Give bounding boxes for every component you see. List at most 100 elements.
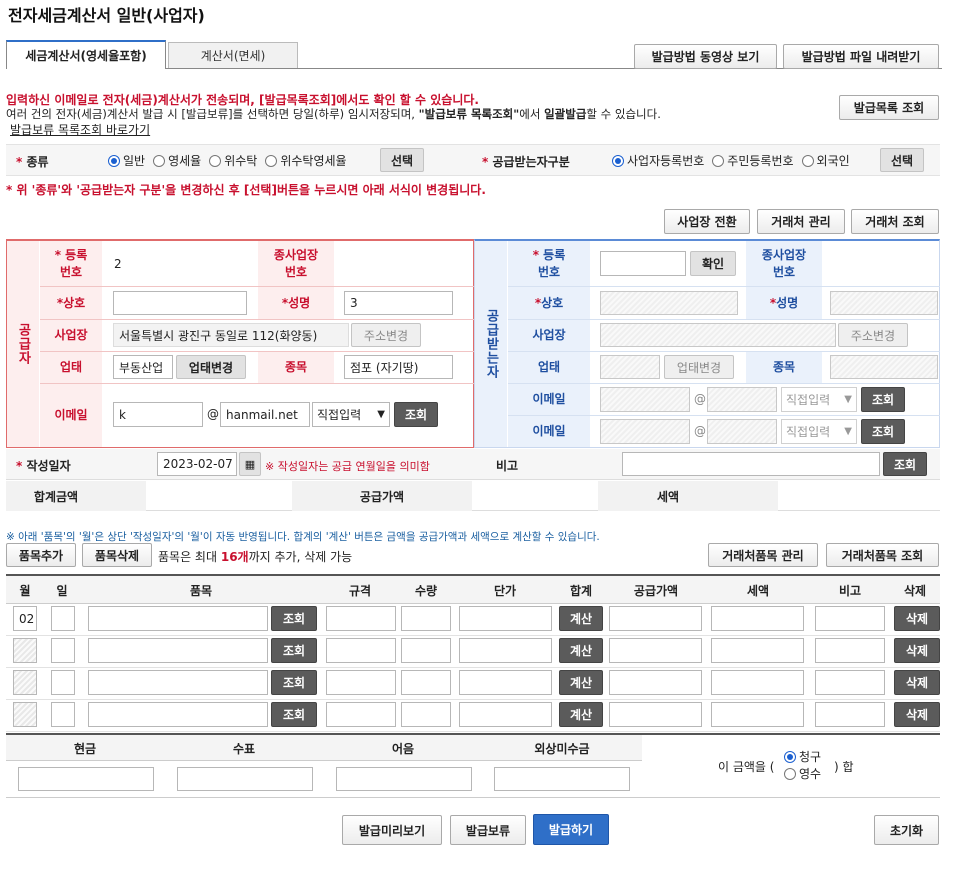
item-note-input[interactable]: [815, 606, 885, 631]
supplier-biz-type-change-button[interactable]: 업태변경: [176, 355, 246, 379]
item-calc-button[interactable]: 계산: [559, 638, 603, 663]
item-unit-price-input[interactable]: [459, 702, 552, 727]
hold-list-link[interactable]: 발급보류 목록조회 바로가기: [10, 121, 150, 138]
kind-option-general[interactable]: 일반: [108, 152, 145, 169]
partner-item-manage-button[interactable]: 거래처품목 관리: [708, 543, 818, 567]
item-month-input[interactable]: [13, 702, 37, 727]
supplier-email-domain-input[interactable]: hanmail.net: [220, 402, 310, 427]
item-delete-button[interactable]: 삭제: [894, 606, 940, 631]
supplier-addr-input[interactable]: 서울특별시 광진구 동일로 112(화양동): [113, 323, 349, 347]
kind-option-consignment[interactable]: 위수탁: [209, 152, 257, 169]
download-guide-button[interactable]: 발급방법 파일 내려받기: [783, 44, 939, 69]
item-query-button[interactable]: 조회: [271, 702, 317, 727]
item-spec-input[interactable]: [326, 702, 396, 727]
receiver-reg-no-input[interactable]: [600, 251, 686, 276]
kind-option-consignment-zero[interactable]: 위수탁영세율: [265, 152, 347, 169]
receiver-email-query-button-1[interactable]: 조회: [861, 387, 905, 412]
payment-bill-input[interactable]: [336, 767, 472, 791]
item-note-input[interactable]: [815, 670, 885, 695]
supplier-sub-no-input[interactable]: [336, 252, 470, 276]
item-unit-price-input[interactable]: [459, 606, 552, 631]
supplier-addr-change-button[interactable]: 주소변경: [351, 323, 421, 347]
receiver-type-radio-group[interactable]: 사업자등록번호 주민등록번호 외국인: [612, 152, 858, 169]
hold-button[interactable]: 발급보류: [450, 815, 526, 845]
supplier-rep-input[interactable]: 3: [344, 291, 453, 315]
item-supply-input[interactable]: [609, 670, 702, 695]
note-query-button[interactable]: 조회: [883, 452, 927, 476]
calendar-icon[interactable]: ▦: [239, 452, 261, 476]
supplier-reg-no-input[interactable]: 2: [108, 252, 254, 276]
item-qty-input[interactable]: [401, 702, 451, 727]
item-spec-input[interactable]: [326, 670, 396, 695]
item-qty-input[interactable]: [401, 606, 451, 631]
kind-option-zero-rate[interactable]: 영세율: [153, 152, 201, 169]
item-day-input[interactable]: [51, 606, 75, 631]
item-calc-button[interactable]: 계산: [559, 670, 603, 695]
item-query-button[interactable]: 조회: [271, 670, 317, 695]
item-supply-input[interactable]: [609, 638, 702, 663]
item-tax-input[interactable]: [711, 638, 804, 663]
item-qty-input[interactable]: [401, 638, 451, 663]
receiver-option-resident[interactable]: 주민등록번호: [712, 152, 794, 169]
kind-radio-group[interactable]: 일반 영세율 위수탁 위수탁영세율: [108, 152, 355, 169]
issue-button[interactable]: 발급하기: [533, 814, 609, 845]
video-guide-button[interactable]: 발급방법 동영상 보기: [634, 44, 777, 69]
item-item-name-input[interactable]: [88, 702, 268, 727]
item-tax-input[interactable]: [711, 670, 804, 695]
payment-credit-input[interactable]: [494, 767, 630, 791]
supplier-name-input[interactable]: [113, 291, 247, 315]
payment-check-input[interactable]: [177, 767, 313, 791]
item-spec-input[interactable]: [326, 606, 396, 631]
tab-invoice-exempt[interactable]: 계산서(면세): [168, 42, 298, 68]
item-unit-price-input[interactable]: [459, 638, 552, 663]
item-delete-button[interactable]: 삭제: [894, 702, 940, 727]
receiver-email-query-button-2[interactable]: 조회: [861, 419, 905, 444]
item-month-input[interactable]: 02: [13, 606, 37, 631]
supplier-item-input[interactable]: 점포 (자기땅): [344, 355, 453, 379]
reset-button[interactable]: 초기화: [874, 815, 939, 845]
item-query-button[interactable]: 조회: [271, 638, 317, 663]
partner-item-query-button[interactable]: 거래처품목 조회: [826, 543, 939, 567]
delete-item-button[interactable]: 품목삭제: [82, 543, 152, 567]
item-day-input[interactable]: [51, 702, 75, 727]
item-day-input[interactable]: [51, 670, 75, 695]
item-query-button[interactable]: 조회: [271, 606, 317, 631]
issue-list-query-button[interactable]: 발급목록 조회: [839, 95, 939, 120]
preview-button[interactable]: 발급미리보기: [342, 815, 442, 845]
tab-tax-invoice[interactable]: 세금계산서(영세율포함): [6, 40, 166, 69]
item-calc-button[interactable]: 계산: [559, 702, 603, 727]
claim-radio[interactable]: 청구: [784, 748, 821, 765]
supplier-email-query-button[interactable]: 조회: [394, 402, 438, 427]
receiver-option-foreigner[interactable]: 외국인: [801, 152, 850, 169]
item-item-name-input[interactable]: [88, 670, 268, 695]
item-note-input[interactable]: [815, 638, 885, 663]
receipt-radio[interactable]: 영수: [784, 765, 821, 782]
item-tax-input[interactable]: [711, 702, 804, 727]
item-tax-input[interactable]: [711, 606, 804, 631]
item-item-name-input[interactable]: [88, 606, 268, 631]
item-note-input[interactable]: [815, 702, 885, 727]
add-item-button[interactable]: 품목추가: [6, 543, 76, 567]
supplier-biz-type-input[interactable]: 부동산업: [113, 355, 173, 379]
item-month-input[interactable]: [13, 638, 37, 663]
kind-select-button[interactable]: 선택: [380, 148, 424, 172]
issue-date-input[interactable]: 2023-02-07: [157, 452, 237, 476]
item-delete-button[interactable]: 삭제: [894, 638, 940, 663]
item-delete-button[interactable]: 삭제: [894, 670, 940, 695]
workplace-switch-button[interactable]: 사업장 전환: [664, 209, 750, 234]
item-day-input[interactable]: [51, 638, 75, 663]
item-month-input[interactable]: [13, 670, 37, 695]
payment-cash-input[interactable]: [18, 767, 154, 791]
item-spec-input[interactable]: [326, 638, 396, 663]
supplier-email-id-input[interactable]: k: [113, 402, 203, 427]
supplier-email-domain-select[interactable]: 직접입력 ▼: [312, 402, 390, 427]
item-supply-input[interactable]: [609, 702, 702, 727]
receiver-confirm-button[interactable]: 확인: [690, 251, 736, 276]
receiver-option-business[interactable]: 사업자등록번호: [612, 152, 704, 169]
partner-manage-button[interactable]: 거래처 관리: [757, 209, 845, 234]
note-input[interactable]: [622, 452, 880, 476]
item-qty-input[interactable]: [401, 670, 451, 695]
item-item-name-input[interactable]: [88, 638, 268, 663]
item-calc-button[interactable]: 계산: [559, 606, 603, 631]
item-supply-input[interactable]: [609, 606, 702, 631]
